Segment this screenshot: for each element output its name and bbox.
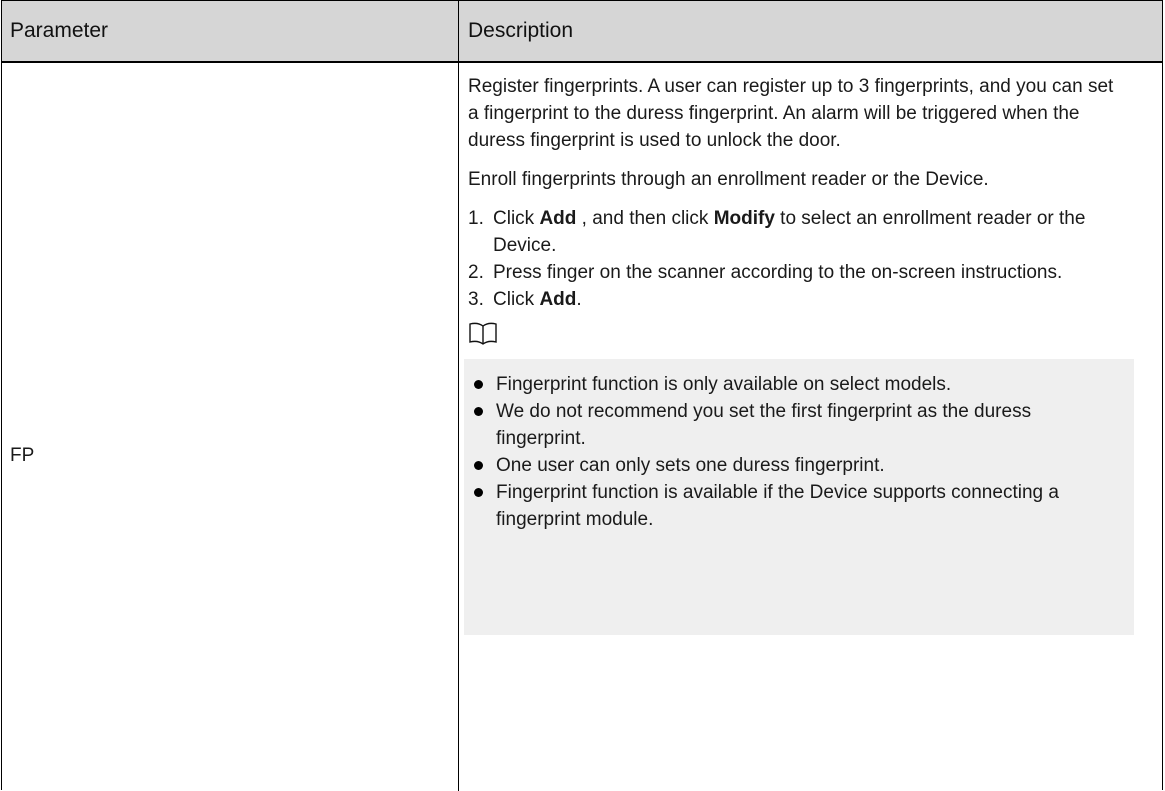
steps-list: 1. Click Add , and then click Modify to …	[468, 205, 1128, 313]
description-intro: Register fingerprints. A user can regist…	[468, 76, 1114, 151]
note-box: Fingerprint function is only available o…	[464, 359, 1134, 635]
book-icon	[469, 322, 497, 345]
step-item: 2. Press finger on the scanner according…	[468, 259, 1128, 286]
step-bold-add: Add	[539, 208, 577, 229]
note-item: We do not recommend you set the first fi…	[472, 398, 1126, 452]
parameter-name: FP	[10, 445, 35, 466]
note-text: Fingerprint function is available if the…	[496, 482, 1059, 530]
step-text: , and then click	[576, 208, 714, 229]
description-cell: Register fingerprints. A user can regist…	[464, 73, 1134, 635]
step-number: 2.	[468, 262, 484, 283]
notes-list: Fingerprint function is only available o…	[472, 371, 1126, 533]
note-item: Fingerprint function is only available o…	[472, 371, 1126, 398]
step-text: Press finger on the scanner according to…	[493, 262, 1063, 283]
description-enroll: Enroll fingerprints through an enrollmen…	[468, 169, 989, 190]
step-text: .	[576, 289, 582, 310]
step-text: Click	[493, 289, 540, 310]
bullet-icon	[474, 461, 483, 470]
bullet-icon	[474, 407, 483, 416]
note-item: Fingerprint function is available if the…	[472, 479, 1126, 533]
bullet-icon	[474, 488, 483, 497]
step-text: Click	[493, 208, 540, 229]
step-number: 3.	[468, 289, 484, 310]
column-divider	[458, 1, 459, 791]
bullet-icon	[474, 380, 483, 389]
note-item: One user can only sets one duress finger…	[472, 452, 1126, 479]
step-bold-modify: Modify	[713, 208, 775, 229]
step-bold-add: Add	[539, 289, 577, 310]
step-item: 3. Click Add.	[468, 286, 1128, 313]
header-parameter: Parameter	[10, 19, 109, 42]
parameter-table: Parameter Description FP Register finger…	[1, 0, 1163, 791]
step-item: 1. Click Add , and then click Modify to …	[468, 205, 1128, 259]
step-number: 1.	[468, 208, 484, 229]
note-text: One user can only sets one duress finger…	[496, 455, 885, 476]
note-text: We do not recommend you set the first fi…	[496, 401, 1032, 449]
header-description: Description	[468, 19, 574, 42]
note-text: Fingerprint function is only available o…	[496, 374, 952, 395]
table-header: Parameter Description	[2, 1, 1162, 63]
